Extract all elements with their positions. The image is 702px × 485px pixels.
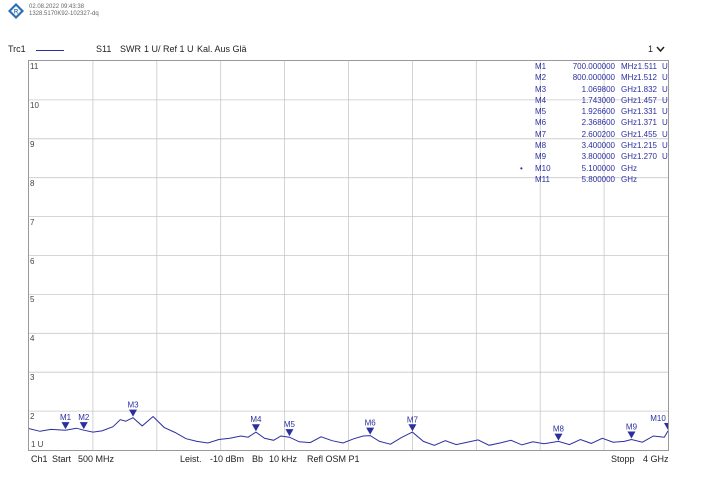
marker-id: M2 — [535, 73, 547, 83]
marker-id: M4 — [535, 95, 547, 105]
marker-value: 1.371 — [636, 118, 657, 128]
marker-id: M7 — [535, 129, 547, 139]
marker-triangle[interactable] — [627, 431, 636, 439]
marker-label: M10 — [650, 414, 666, 423]
marker-unit: GHz — [621, 163, 637, 173]
marker-frequency: 5.100000 — [581, 163, 615, 173]
start-label: Start — [52, 454, 72, 464]
y-axis-label: 9 — [30, 139, 35, 149]
stop-label: Stopp — [611, 454, 635, 464]
marker-triangle[interactable] — [366, 427, 375, 435]
marker-value: 1.457 — [636, 95, 657, 105]
marker-frequency: 5.800000 — [581, 174, 615, 184]
y-axis-label: 2 — [30, 412, 35, 422]
marker-value-unit: U — [662, 95, 668, 105]
power-value[interactable]: -10 dBm — [210, 454, 244, 464]
ref-label: 1 U — [31, 440, 44, 449]
marker-value-unit: U — [662, 141, 668, 151]
trace-param[interactable]: S11 — [96, 44, 111, 54]
port-label[interactable]: Refl OSM P1 — [307, 454, 360, 464]
status-bar: Ch1 Start 500 MHz Leist. -10 dBm Bb 10 k… — [0, 454, 702, 466]
marker-value: 1.511 — [637, 62, 657, 71]
marker-value-unit: U — [662, 129, 668, 139]
marker-value-unit: U — [662, 107, 668, 117]
marker-label: M9 — [626, 422, 638, 431]
marker-id: M11 — [535, 174, 550, 184]
bandwidth-value[interactable]: 10 kHz — [269, 454, 297, 464]
marker-value: 1.270 — [636, 152, 657, 162]
marker-value: 1.331 — [636, 107, 657, 117]
marker-value: 1.455 — [636, 129, 657, 139]
markers-layer: M1 M2 M3 M4 M5 M6 M7 M8 M9 M10 — [60, 401, 668, 441]
timestamp: 02.08.2022 09:43:38 — [29, 4, 85, 10]
marker-triangle[interactable] — [408, 424, 417, 432]
marker-label: M5 — [284, 420, 296, 429]
marker-id: M6 — [535, 118, 547, 128]
timestamp-block: 02.08.2022 09:43:38 1328.5170K92-102327-… — [29, 4, 99, 18]
marker-label: M3 — [127, 401, 139, 410]
marker-id: M8 — [535, 141, 547, 151]
y-axis-label: 7 — [30, 217, 35, 227]
channel-label[interactable]: Ch1 — [31, 454, 48, 464]
y-axis-label: 3 — [30, 373, 35, 383]
channel-indicator[interactable]: 1 — [648, 44, 653, 54]
marker-id: M9 — [535, 152, 547, 162]
marker-id: M3 — [535, 84, 547, 94]
marker-value-unit: U — [662, 152, 668, 162]
marker-label: M7 — [407, 415, 419, 424]
marker-value-unit: U — [662, 84, 668, 94]
marker-label: M6 — [365, 419, 377, 428]
marker-value: 1.512 — [636, 73, 657, 83]
marker-triangle[interactable] — [554, 433, 563, 441]
marker-triangle[interactable] — [251, 424, 260, 432]
y-axis-label: 5 — [30, 295, 35, 305]
marker-active-dot: • — [520, 163, 523, 173]
marker-id: M10 — [535, 163, 551, 173]
marker-unit: GHz — [621, 174, 637, 184]
trace-cal[interactable]: Kal. Aus Glä — [197, 44, 247, 54]
marker-triangle[interactable] — [129, 409, 138, 417]
marker-id: M5 — [535, 107, 547, 117]
marker-triangle[interactable] — [61, 422, 70, 430]
trace-line-legend — [36, 50, 64, 51]
chevron-down-icon[interactable] — [656, 46, 665, 53]
power-label: Leist. — [180, 454, 202, 464]
marker-value-unit: U — [662, 73, 668, 83]
svg-text:R: R — [14, 10, 19, 16]
marker-id: M1 — [535, 62, 547, 71]
marker-value-unit: U — [662, 62, 668, 71]
trace-name[interactable]: Trc1 — [8, 44, 26, 54]
y-axis-label: 8 — [30, 178, 35, 188]
marker-value: 1.832 — [636, 84, 657, 94]
marker-label: M8 — [553, 425, 565, 434]
start-value[interactable]: 500 MHz — [78, 454, 114, 464]
marker-label: M4 — [250, 415, 262, 424]
rohde-schwarz-logo-icon: R — [8, 3, 24, 19]
marker-triangle[interactable] — [285, 429, 294, 437]
y-axis-label: 6 — [30, 256, 35, 266]
trace-scale[interactable]: 1 U/ Ref 1 U — [144, 44, 194, 54]
trace-format[interactable]: SWR — [120, 44, 141, 54]
y-axis-label: 4 — [30, 334, 35, 344]
marker-label: M2 — [78, 413, 90, 422]
device-id: 1328.5170K92-102327-dq — [29, 11, 99, 17]
marker-label: M1 — [60, 413, 72, 422]
trace-info-bar: Trc1 S11 SWR 1 U/ Ref 1 U Kal. Aus Glä 1 — [0, 44, 702, 58]
marker-value: 1.215 — [636, 141, 657, 151]
marker-value-unit: U — [662, 118, 668, 128]
y-axis-label: 10 — [30, 100, 39, 110]
bandwidth-label: Bb — [252, 454, 264, 464]
y-axis-label: 11 — [30, 62, 39, 71]
marker-triangle[interactable] — [79, 422, 88, 430]
marker-triangle[interactable] — [664, 422, 668, 430]
stop-value[interactable]: 4 GHz — [643, 454, 669, 464]
